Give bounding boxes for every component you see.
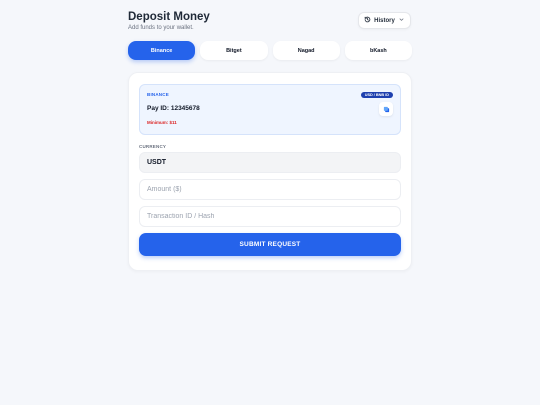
pay-id: Pay ID: 12345678 [147, 105, 200, 112]
method-label: BINANCE [147, 92, 169, 97]
copy-button[interactable] [379, 102, 393, 116]
chevron-down-icon [398, 16, 405, 25]
submit-request-button[interactable]: SUBMIT REQUEST [139, 233, 401, 256]
id-type-badge: USD / BNB ID [360, 92, 393, 98]
amount-input[interactable] [139, 179, 401, 200]
payment-info-box: BINANCE USD / BNB ID Pay ID: 12345678 Mi… [139, 84, 401, 135]
currency-field: USDT [139, 152, 401, 173]
payment-method-tabs: Binance Bitget Nagad bKash [128, 41, 412, 60]
copy-icon [383, 100, 390, 118]
history-label: History [374, 17, 395, 24]
history-icon [364, 16, 371, 25]
tab-binance[interactable]: Binance [128, 41, 196, 60]
page-header: Deposit Money Add funds to your wallet. … [128, 10, 412, 36]
deposit-form-card: BINANCE USD / BNB ID Pay ID: 12345678 Mi… [128, 72, 412, 271]
currency-label: CURRENCY [139, 144, 167, 149]
tab-bitget[interactable]: Bitget [200, 41, 268, 60]
history-button[interactable]: History [358, 12, 411, 29]
tab-nagad[interactable]: Nagad [272, 41, 340, 60]
title-block: Deposit Money Add funds to your wallet. [128, 10, 210, 31]
tab-bkash[interactable]: bKash [344, 41, 412, 60]
page-subtitle: Add funds to your wallet. [128, 25, 194, 31]
minimum-amount: Minimum: $11 [147, 120, 177, 125]
page-title: Deposit Money [128, 11, 210, 23]
transaction-id-input[interactable] [139, 206, 401, 227]
deposit-page: Deposit Money Add funds to your wallet. … [128, 10, 412, 271]
